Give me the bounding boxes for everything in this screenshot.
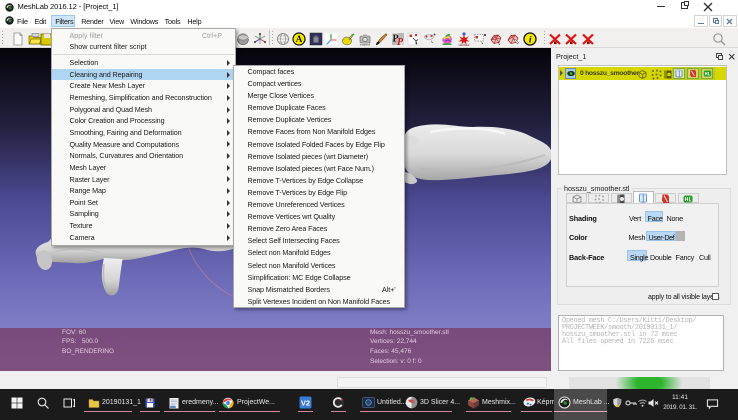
svg-text:V2: V2	[300, 399, 309, 408]
svg-text:A: A	[296, 34, 303, 44]
svg-text:P: P	[397, 37, 404, 46]
svg-text:i: i	[528, 35, 531, 45]
svg-text:snapshot: snapshot	[360, 42, 371, 46]
svg-text:GEODEZ: GEODEZ	[459, 42, 470, 45]
